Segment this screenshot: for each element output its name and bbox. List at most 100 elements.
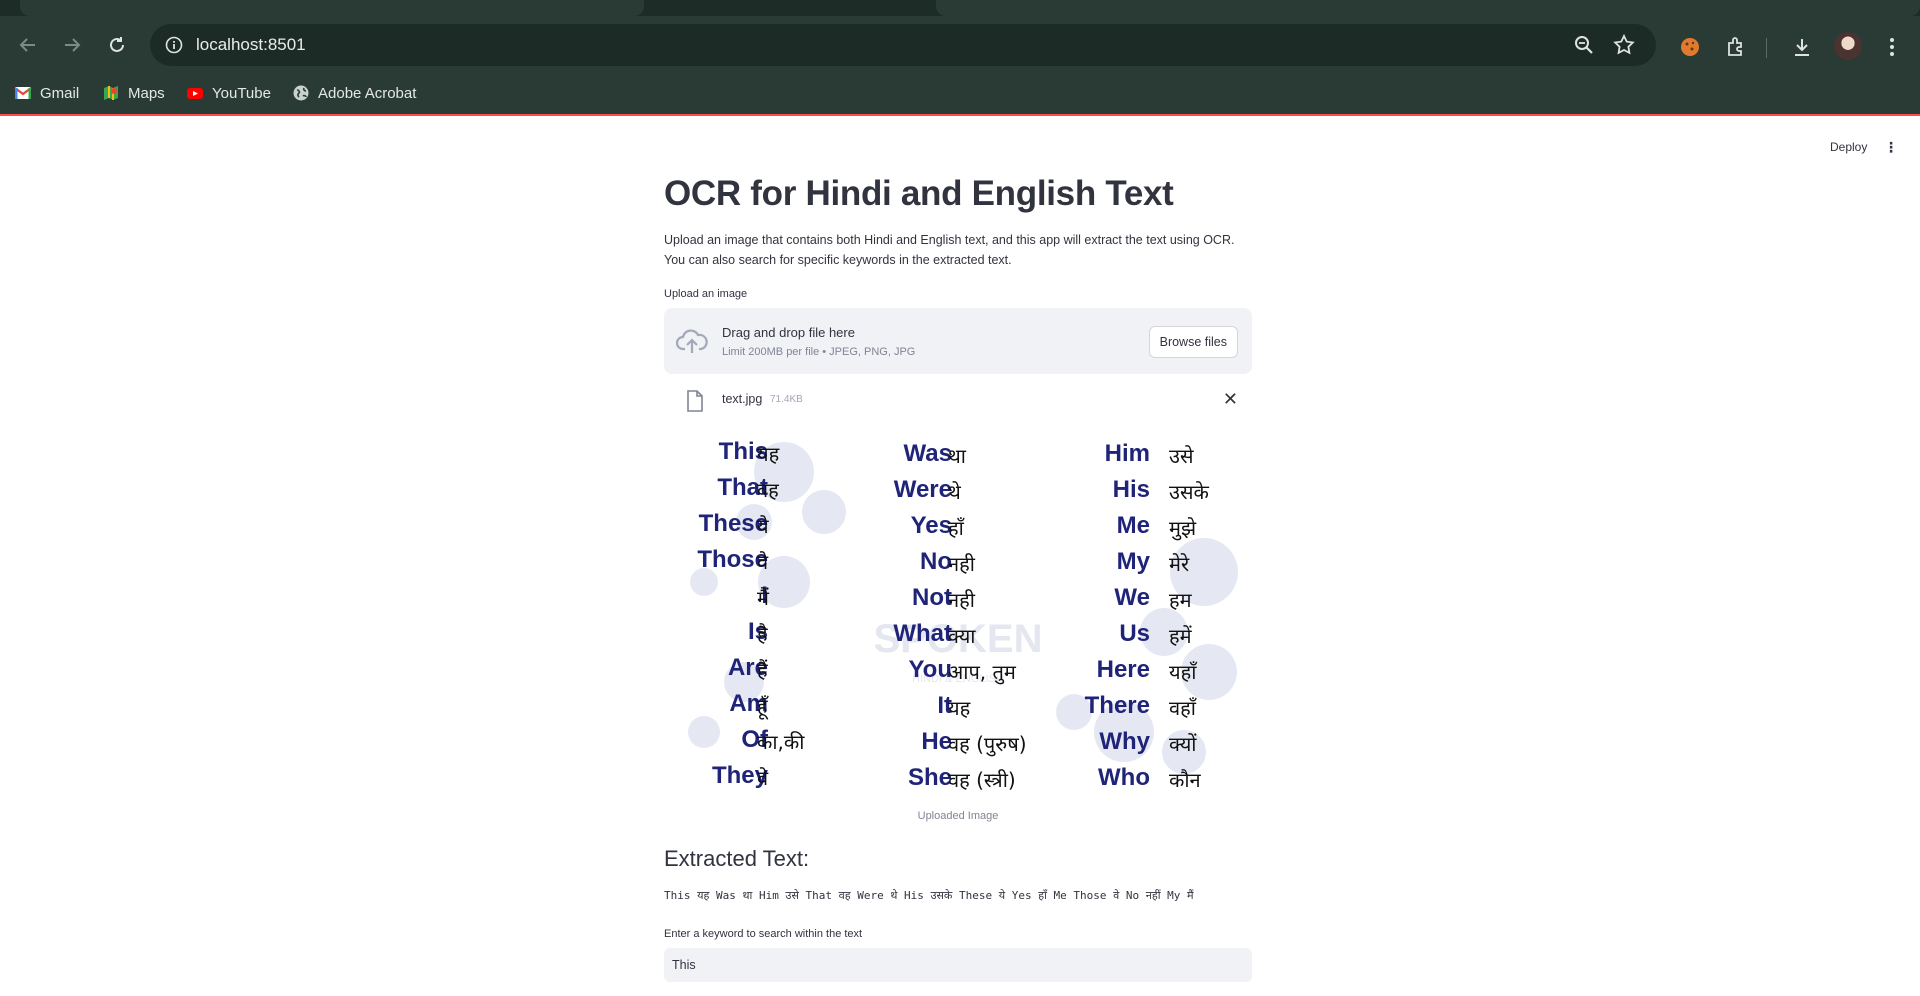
url-text[interactable]: localhost:8501 xyxy=(196,35,306,55)
image-word-hi: ये xyxy=(757,514,769,538)
bookmark-maps[interactable]: Maps xyxy=(102,84,165,102)
image-word-en: Me xyxy=(1116,512,1150,539)
image-word-en: Here xyxy=(1096,656,1150,683)
bookmark-label: YouTube xyxy=(212,84,271,102)
tab-active-1[interactable] xyxy=(20,0,644,16)
dropzone-limit: Limit 200MB per file • JPEG, PNG, JPG xyxy=(722,346,916,358)
image-word-hi: नही xyxy=(948,552,975,576)
toolbar-divider xyxy=(1766,38,1767,58)
image-word-hi: है xyxy=(757,622,768,646)
image-word-hi: यह xyxy=(948,696,971,720)
main-menu-icon[interactable]: ⋮ xyxy=(1884,139,1898,156)
keyword-search-input[interactable]: This xyxy=(664,948,1252,982)
image-word-hi: क्यों xyxy=(1169,732,1197,756)
image-word-hi: हैं xyxy=(757,658,768,682)
reload-button[interactable] xyxy=(101,29,133,61)
tab-2[interactable] xyxy=(936,0,1920,16)
image-word-en: There xyxy=(1084,692,1150,719)
bookmark-label: Adobe Acrobat xyxy=(318,84,417,102)
image-word-hi: आप, तुम xyxy=(948,660,1016,684)
uploaded-file-row: text.jpg 71.4KB ✕ xyxy=(664,384,1252,416)
remove-file-close-icon[interactable]: ✕ xyxy=(1223,389,1238,410)
gmail-icon xyxy=(14,87,32,99)
zoom-icon[interactable] xyxy=(1572,33,1596,57)
image-word-en: His xyxy=(1112,476,1150,503)
page-title: OCR for Hindi and English Text xyxy=(664,174,1174,213)
address-bar[interactable]: localhost:8501 xyxy=(150,24,1656,66)
image-word-hi: यहाँ xyxy=(1169,660,1197,684)
image-word-hi: वह (स्त्री) xyxy=(948,768,1016,792)
youtube-icon xyxy=(187,88,203,99)
upload-label: Upload an image xyxy=(664,288,748,300)
image-word-hi: का,की xyxy=(757,730,805,754)
image-word-en: Him xyxy=(1104,440,1150,467)
image-word-hi: वे xyxy=(757,550,769,574)
deploy-button[interactable]: Deploy xyxy=(1830,140,1867,154)
image-word-en: She xyxy=(907,764,952,791)
description-line-2: You can also search for specific keyword… xyxy=(664,253,1012,267)
extracted-text-heading: Extracted Text: xyxy=(664,846,810,871)
bookmark-youtube[interactable]: YouTube xyxy=(186,84,271,102)
image-word-hi: उसके xyxy=(1169,480,1209,504)
image-word-hi: हूँ xyxy=(757,694,768,718)
extracted-text: This यह Was था Him उसे That वह Were थे H… xyxy=(664,889,1194,902)
download-icon[interactable] xyxy=(1790,35,1814,59)
image-word-hi: मुझे xyxy=(1169,516,1197,540)
browser-menu-icon[interactable] xyxy=(1880,35,1904,59)
profile-avatar[interactable] xyxy=(1834,32,1862,60)
file-dropzone[interactable]: Drag and drop file here Limit 200MB per … xyxy=(664,308,1252,374)
arrow-left-icon xyxy=(19,38,35,52)
image-word-hi: वह (पुरुष) xyxy=(948,732,1027,756)
image-word-en: Not xyxy=(912,584,952,611)
image-word-hi: हमें xyxy=(1169,624,1192,648)
cloud-upload-icon xyxy=(676,329,708,353)
forward-button[interactable] xyxy=(56,29,88,61)
file-size: 71.4KB xyxy=(770,394,803,405)
browser-toolbar: localhost:8501 xyxy=(0,16,1920,74)
cookie-extension-icon[interactable] xyxy=(1678,35,1702,59)
bookmarks-bar: Gmail Maps YouTube Adobe Acrobat xyxy=(0,74,1920,116)
bookmark-gmail[interactable]: Gmail xyxy=(14,84,79,102)
browse-files-button[interactable]: Browse files xyxy=(1148,326,1238,358)
image-word-hi: वे xyxy=(757,766,769,790)
uploaded-image: SPOKEN HINDI & ENGLISH This यह That वह T… xyxy=(664,432,1252,794)
image-word-en: Yes xyxy=(910,512,952,539)
image-word-hi: मैं xyxy=(757,586,769,610)
image-word-en: My xyxy=(1116,548,1150,575)
file-icon xyxy=(687,390,703,412)
maps-icon xyxy=(104,86,118,100)
back-button[interactable] xyxy=(12,29,44,61)
reload-icon xyxy=(110,37,124,52)
image-word-en: Why xyxy=(1099,728,1150,755)
bookmark-label: Gmail xyxy=(40,84,80,102)
image-word-hi: कौन xyxy=(1169,768,1201,792)
description-line-1: Upload an image that contains both Hindi… xyxy=(664,233,1235,247)
image-word-en: We xyxy=(1114,584,1150,611)
globe-icon xyxy=(293,85,309,101)
arrow-right-icon xyxy=(65,38,81,52)
image-caption: Uploaded Image xyxy=(917,810,999,822)
image-word-en: Us xyxy=(1119,620,1150,647)
dropzone-title: Drag and drop file here xyxy=(722,325,855,340)
extensions-puzzle-icon[interactable] xyxy=(1724,35,1748,59)
bookmark-star-icon[interactable] xyxy=(1612,33,1636,57)
bookmark-adobe-acrobat[interactable]: Adobe Acrobat xyxy=(292,84,416,102)
site-info-icon[interactable] xyxy=(160,31,188,59)
image-word-en: What xyxy=(893,620,952,647)
image-word-en: Were xyxy=(893,476,952,503)
file-name: text.jpg xyxy=(722,392,763,406)
image-word-hi: वहाँ xyxy=(1169,696,1196,720)
image-word-hi: था xyxy=(948,444,966,468)
image-word-en: Who xyxy=(1098,764,1150,791)
keyword-label: Enter a keyword to search within the tex… xyxy=(664,928,863,940)
image-word-hi: थे xyxy=(948,480,961,504)
tab-strip xyxy=(0,0,1920,16)
image-word-hi: हम xyxy=(1169,588,1192,612)
image-word-en: You xyxy=(908,656,952,683)
image-word-hi: क्या xyxy=(948,624,976,648)
image-word-hi: यह xyxy=(757,442,780,466)
image-word-hi: नही xyxy=(948,588,975,612)
image-word-en: Was xyxy=(903,440,952,467)
bookmark-label: Maps xyxy=(128,84,165,102)
image-word-hi: मेरे xyxy=(1169,552,1190,576)
